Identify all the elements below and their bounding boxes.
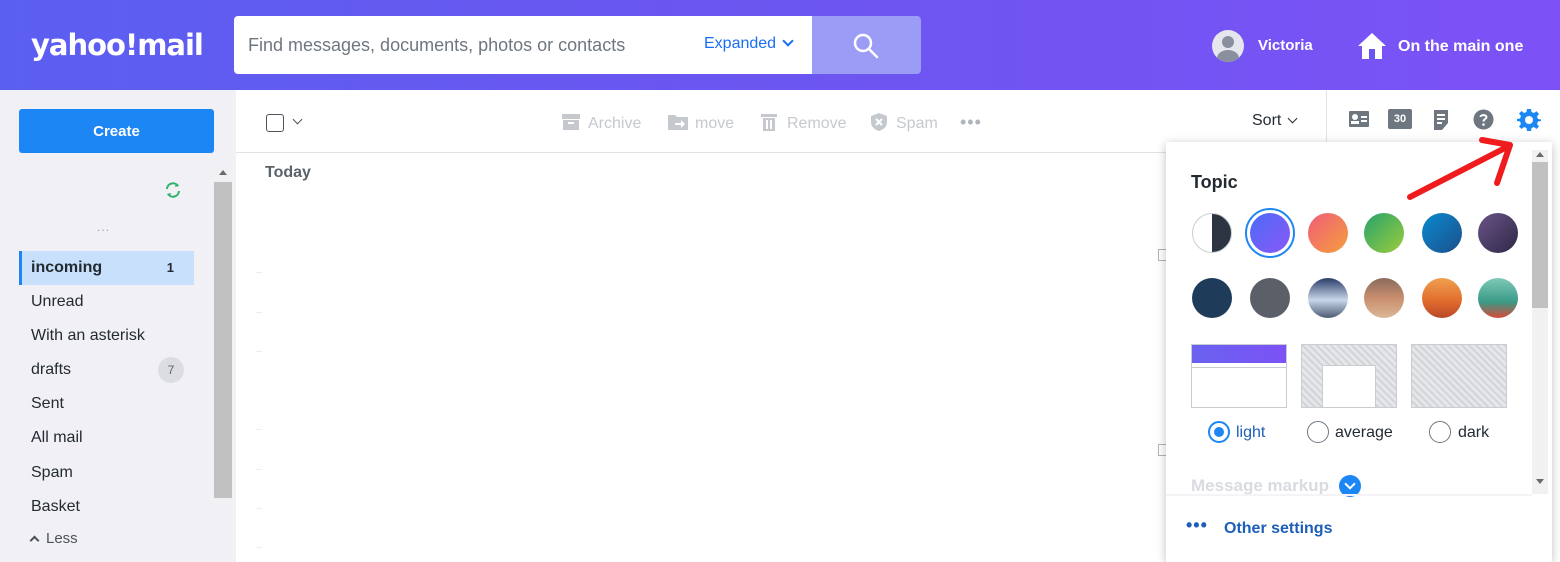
theme-swatch-lighthouse[interactable]: [1478, 278, 1518, 318]
contacts-icon[interactable]: [1348, 109, 1370, 129]
select-all-checkbox[interactable]: [266, 114, 284, 132]
home-link[interactable]: On the main one: [1398, 38, 1523, 56]
user-name[interactable]: Victoria: [1258, 37, 1313, 54]
theme-swatch-dusk[interactable]: [1478, 213, 1518, 253]
move-label: move: [695, 115, 735, 132]
refresh-icon[interactable]: [163, 180, 183, 200]
sidebar-item-spam[interactable]: Spam: [19, 456, 194, 490]
sidebar-item-label: Spam: [31, 464, 73, 481]
sidebar-item-label: Basket: [31, 498, 80, 515]
theme-preview-dark[interactable]: [1411, 344, 1507, 408]
other-settings-link[interactable]: Other settings: [1224, 520, 1332, 538]
theme-preview-light[interactable]: [1191, 344, 1287, 408]
trash-icon: [761, 114, 777, 131]
more-actions-button[interactable]: •••: [960, 112, 982, 133]
shield-icon: [871, 113, 887, 131]
search-mode-label: Expanded: [704, 35, 777, 52]
sidebar-item-label: drafts: [31, 361, 72, 378]
sidebar-item-unread[interactable]: Unread: [19, 285, 194, 319]
sidebar-item-all-mail[interactable]: All mail: [19, 421, 194, 455]
notepad-icon[interactable]: [1432, 109, 1452, 131]
theme-swatch-slate[interactable]: [1250, 278, 1290, 318]
sort-dropdown[interactable]: Sort: [1252, 112, 1298, 130]
list-separator: [256, 429, 262, 430]
average-label: average: [1335, 424, 1393, 441]
theme-swatch-contrast[interactable]: [1192, 213, 1232, 253]
chevron-down-icon: [1287, 113, 1298, 124]
search-icon: [853, 33, 879, 59]
search-box: Expanded: [234, 16, 812, 74]
sidebar-item-label: Sent: [31, 395, 64, 412]
sidebar-item-sent[interactable]: Sent: [19, 387, 194, 421]
sidebar-item-drafts[interactable]: drafts 7: [19, 353, 194, 387]
dark-radio[interactable]: [1429, 421, 1451, 443]
theme-swatch-purple[interactable]: [1250, 213, 1290, 253]
sidebar-item-label: With an asterisk: [31, 327, 145, 344]
search-mode-dropdown[interactable]: Expanded: [704, 35, 794, 53]
panel-divider: [1166, 494, 1532, 496]
chevron-down-icon: [782, 35, 794, 47]
yahoo-mail-logo[interactable]: yahoo!mail: [31, 28, 204, 62]
message-markup-heading: Message markup: [1191, 476, 1329, 495]
sidebar: Create ... incoming 1 Unread With an ast…: [0, 90, 236, 562]
sort-label: Sort: [1252, 112, 1282, 129]
less-label: Less: [46, 530, 78, 547]
less-toggle[interactable]: Less: [29, 530, 78, 547]
theme-preview-average[interactable]: [1301, 344, 1397, 408]
sidebar-item-starred[interactable]: With an asterisk: [19, 319, 194, 353]
theme-swatch-kangaroo[interactable]: [1422, 278, 1462, 318]
scroll-up-arrow[interactable]: [1536, 152, 1544, 157]
sidebar-item-label: All mail: [31, 429, 83, 446]
average-radio[interactable]: [1307, 421, 1329, 443]
top-header: yahoo!mail Expanded Victoria On the main…: [0, 0, 1560, 90]
search-button[interactable]: [812, 16, 921, 74]
theme-swatch-desert[interactable]: [1364, 278, 1404, 318]
spam-label: Spam: [896, 115, 938, 132]
chevron-up-icon: [29, 535, 40, 546]
list-separator: [256, 547, 262, 548]
theme-swatch-mountains[interactable]: [1308, 278, 1348, 318]
sidebar-item-basket[interactable]: Basket: [19, 490, 194, 524]
panel-scroll-thumb[interactable]: [1532, 162, 1548, 308]
unread-count: 1: [166, 260, 174, 275]
list-separator: [256, 351, 262, 352]
theme-swatch-ocean[interactable]: [1422, 213, 1462, 253]
sidebar-scroll-thumb[interactable]: [214, 182, 232, 498]
drafts-count-badge: 7: [158, 357, 184, 383]
chevron-down-icon[interactable]: [292, 114, 303, 125]
sidebar-item-incoming[interactable]: incoming 1: [19, 251, 194, 285]
more-dots-icon: •••: [1186, 515, 1208, 535]
calendar-icon[interactable]: 30: [1388, 109, 1412, 129]
date-group-header: Today: [265, 164, 311, 181]
list-separator: [256, 272, 262, 273]
collapse-dots[interactable]: ...: [97, 220, 110, 234]
theme-swatch-sunset[interactable]: [1308, 213, 1348, 253]
list-separator: [256, 508, 262, 509]
light-label: light: [1236, 424, 1266, 441]
scroll-down-arrow[interactable]: [1536, 479, 1544, 484]
list-separator: [256, 312, 262, 313]
archive-label: Archive: [588, 115, 642, 132]
list-separator: [256, 469, 262, 470]
message-toolbar: Archive move Remove Spam ••• Sort: [236, 90, 1326, 153]
theme-swatch-navy[interactable]: [1192, 278, 1232, 318]
archive-icon: [562, 114, 580, 130]
red-annotation-arrow-icon: [1407, 137, 1513, 200]
light-radio[interactable]: [1208, 421, 1230, 443]
sidebar-item-label: incoming: [31, 259, 103, 276]
scroll-up-arrow[interactable]: [219, 170, 227, 175]
sidebar-item-label: Unread: [31, 293, 84, 310]
create-button[interactable]: Create: [19, 109, 214, 153]
dark-label: dark: [1458, 424, 1490, 441]
remove-label: Remove: [787, 115, 847, 132]
theme-swatch-green[interactable]: [1364, 213, 1404, 253]
help-icon[interactable]: [1473, 109, 1494, 130]
search-input[interactable]: [248, 16, 688, 74]
folder-move-icon: [668, 115, 688, 130]
avatar[interactable]: [1212, 30, 1244, 62]
home-icon[interactable]: [1357, 31, 1387, 61]
panel-title: Topic: [1191, 172, 1238, 192]
gear-icon[interactable]: [1517, 108, 1541, 132]
